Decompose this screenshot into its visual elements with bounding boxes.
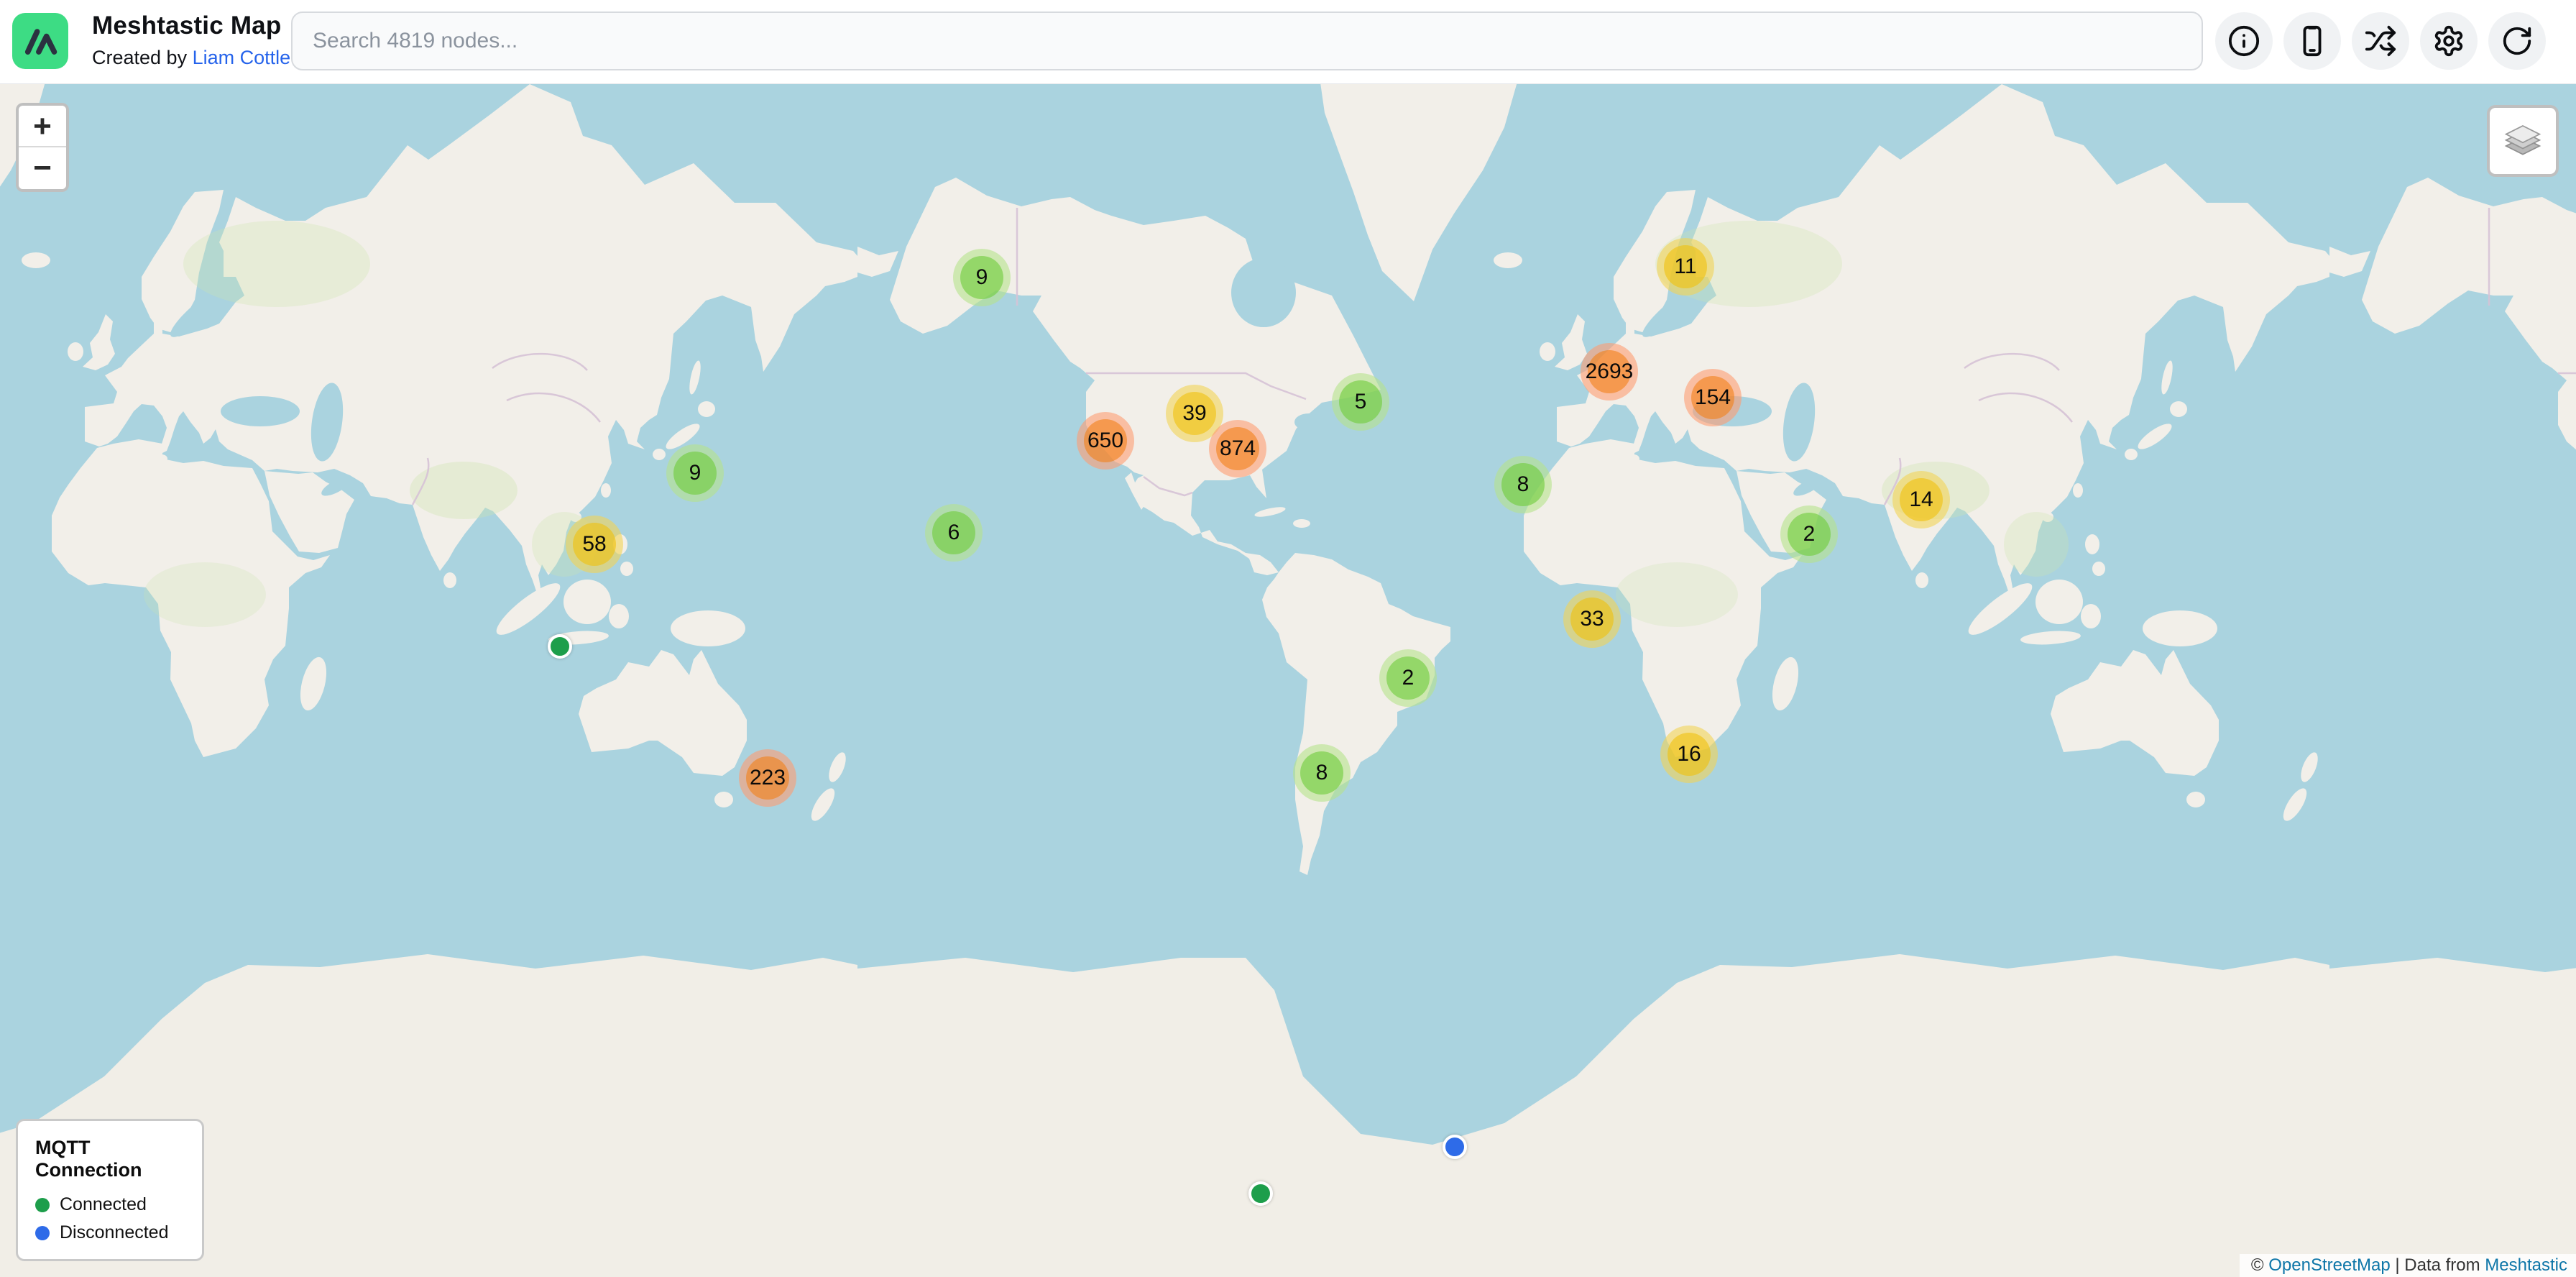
map-attribution: © OpenStreetMap | Data from Meshtastic — [2240, 1254, 2576, 1277]
cluster-marker[interactable]: 16 — [1660, 726, 1718, 783]
cluster-marker[interactable]: 2 — [1780, 505, 1838, 563]
top-bar: Meshtastic Map Created by Liam Cottle — [0, 0, 2576, 84]
meshtastic-map-app: + − 9 39 650 874 5 11 2693 154 8 2 14 33 16 2 8 223 58 9 6… — [0, 0, 2576, 1277]
cluster-count: 5 — [1355, 390, 1367, 414]
cluster-count: 874 — [1220, 436, 1256, 461]
info-icon — [2227, 24, 2260, 58]
zoom-control: + − — [16, 103, 69, 192]
info-button[interactable] — [2215, 12, 2273, 70]
zoom-out-button[interactable]: − — [19, 147, 66, 189]
byline: Created by Liam Cottle — [92, 46, 290, 70]
cluster-count: 223 — [750, 766, 786, 790]
node-marker-connected[interactable] — [548, 634, 572, 659]
cluster-count: 8 — [1517, 472, 1530, 497]
random-node-button[interactable] — [2352, 12, 2409, 70]
cluster-count: 16 — [1677, 742, 1701, 766]
cluster-marker[interactable]: 223 — [739, 749, 796, 807]
layers-control[interactable] — [2487, 105, 2559, 177]
cluster-marker[interactable]: 154 — [1684, 369, 1742, 426]
cluster-marker[interactable]: 9 — [953, 249, 1011, 306]
cluster-marker[interactable]: 5 — [1332, 373, 1389, 431]
cluster-marker[interactable]: 8 — [1293, 744, 1351, 802]
cluster-count: 14 — [1909, 488, 1933, 512]
cluster-marker[interactable]: 6 — [925, 504, 983, 562]
node-marker-disconnected[interactable] — [1443, 1135, 1467, 1159]
gear-icon — [2432, 24, 2465, 58]
cluster-marker[interactable]: 874 — [1209, 420, 1266, 477]
cluster-count: 2693 — [1586, 360, 1634, 384]
world-map[interactable]: + − 9 39 650 874 5 11 2693 154 8 2 14 33 16 2 8 223 58 9 6… — [0, 84, 2576, 1277]
cluster-count: 39 — [1182, 401, 1206, 426]
openstreetmap-link[interactable]: OpenStreetMap — [2268, 1255, 2390, 1276]
connected-dot-icon — [35, 1198, 50, 1212]
cluster-count: 58 — [582, 532, 606, 557]
brand-block: Meshtastic Map Created by Liam Cottle — [92, 10, 290, 70]
cluster-count: 2 — [1402, 666, 1414, 690]
mobile-app-button[interactable] — [2283, 12, 2341, 70]
cluster-marker[interactable]: 9 — [666, 444, 724, 502]
cluster-count: 11 — [1674, 255, 1696, 279]
settings-button[interactable] — [2420, 12, 2478, 70]
node-marker-connected[interactable] — [1248, 1181, 1273, 1206]
cluster-marker[interactable]: 33 — [1563, 590, 1621, 648]
zoom-in-button[interactable]: + — [19, 106, 66, 147]
meshtastic-logo — [12, 13, 68, 69]
cluster-marker[interactable]: 14 — [1892, 471, 1950, 528]
cluster-count: 9 — [689, 461, 702, 485]
cluster-marker[interactable]: 650 — [1077, 412, 1134, 470]
cluster-count: 33 — [1580, 607, 1604, 631]
legend-item-connected: Connected — [35, 1194, 185, 1215]
cluster-count: 8 — [1316, 761, 1328, 785]
search-input[interactable] — [291, 12, 2203, 70]
legend-title: MQTT Connection — [35, 1137, 185, 1181]
cluster-marker[interactable]: 2 — [1379, 649, 1437, 707]
author-link[interactable]: Liam Cottle — [193, 47, 291, 68]
mqtt-legend: MQTT Connection Connected Disconnected — [16, 1119, 204, 1261]
refresh-icon — [2501, 24, 2534, 58]
marker-layer: 9 39 650 874 5 11 2693 154 8 2 14 33 16 2 8 223 58 9 6 — [0, 84, 2576, 1277]
cluster-marker[interactable]: 58 — [566, 516, 623, 573]
cluster-marker[interactable]: 2693 — [1581, 343, 1638, 401]
mesh-logo-icon — [22, 22, 59, 60]
cluster-marker[interactable]: 11 — [1657, 238, 1714, 296]
refresh-button[interactable] — [2488, 12, 2546, 70]
page-title: Meshtastic Map — [92, 10, 290, 42]
meshtastic-link[interactable]: Meshtastic — [2485, 1255, 2567, 1276]
legend-item-disconnected: Disconnected — [35, 1222, 185, 1243]
cluster-marker[interactable]: 8 — [1494, 456, 1552, 513]
cluster-count: 6 — [948, 521, 960, 545]
disconnected-dot-icon — [35, 1226, 50, 1240]
smartphone-icon — [2296, 24, 2329, 58]
cluster-count: 9 — [976, 265, 988, 290]
cluster-count: 2 — [1803, 522, 1816, 546]
layers-icon — [2503, 121, 2543, 161]
shuffle-icon — [2364, 24, 2397, 58]
cluster-count: 650 — [1087, 429, 1123, 453]
cluster-count: 154 — [1695, 385, 1731, 410]
